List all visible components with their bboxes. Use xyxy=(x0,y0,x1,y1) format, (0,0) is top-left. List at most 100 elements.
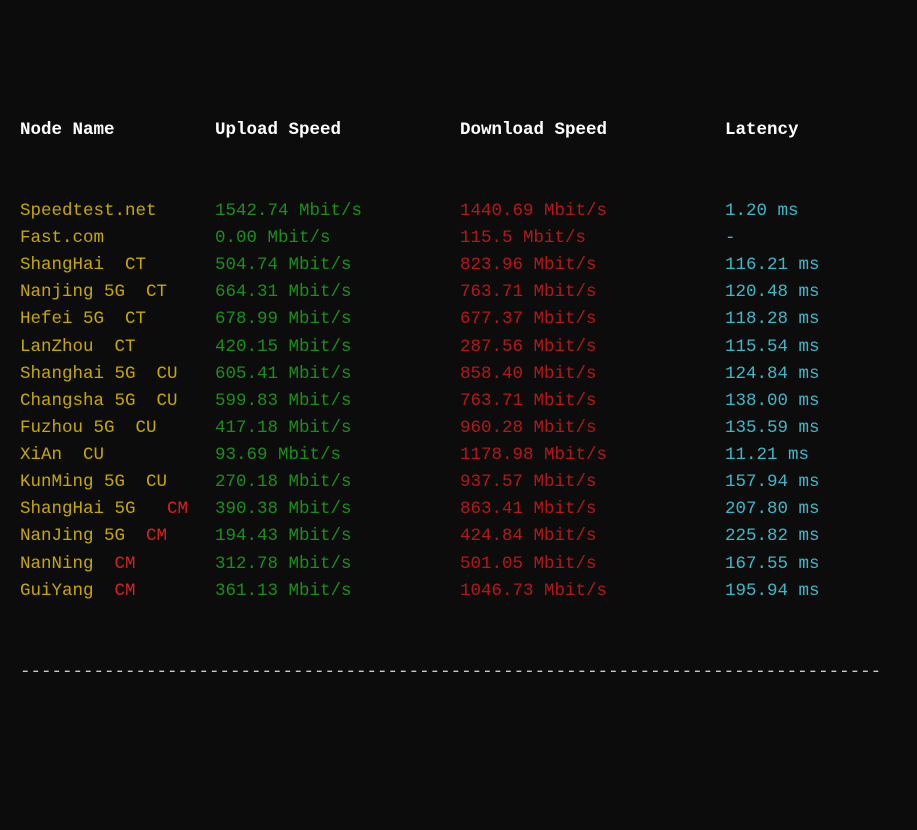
node-name-cell: NanNing CM xyxy=(20,551,215,578)
upload-speed-cell: 664.31 Mbit/s xyxy=(215,279,460,306)
node-name-cell: NanJing 5G CM xyxy=(20,523,215,550)
upload-speed-cell: 599.83 Mbit/s xyxy=(215,388,460,415)
table-row: Fuzhou 5G CU417.18 Mbit/s960.28 Mbit/s13… xyxy=(20,415,897,442)
header-latency: Latency xyxy=(725,117,799,144)
table-row: XiAn CU 93.69 Mbit/s1178.98 Mbit/s11.21 m… xyxy=(20,442,897,469)
carrier-label: CT xyxy=(125,309,146,329)
node-name-cell: KunMing 5G CU xyxy=(20,469,215,496)
node-name: Nanjing 5G xyxy=(20,282,146,302)
upload-speed-cell: 605.41 Mbit/s xyxy=(215,361,460,388)
node-name-cell: Changsha 5G CU xyxy=(20,388,215,415)
node-name-cell: Fast.com xyxy=(20,225,215,252)
download-speed-cell: 1046.73 Mbit/s xyxy=(460,578,725,605)
node-name-cell: Nanjing 5G CT xyxy=(20,279,215,306)
node-name-cell: ShangHai 5G CM xyxy=(20,496,215,523)
node-name: Shanghai 5G xyxy=(20,364,157,384)
node-name: NanNing xyxy=(20,554,115,574)
latency-cell: 138.00 ms xyxy=(725,388,820,415)
upload-speed-cell: 93.69 Mbit/s xyxy=(215,442,460,469)
upload-speed-cell: 1542.74 Mbit/s xyxy=(215,198,460,225)
download-speed-cell: 1440.69 Mbit/s xyxy=(460,198,725,225)
table-row: Speedtest.net 1542.74 Mbit/s1440.69 Mbit/… xyxy=(20,198,897,225)
download-speed-cell: 677.37 Mbit/s xyxy=(460,306,725,333)
download-speed-cell: 863.41 Mbit/s xyxy=(460,496,725,523)
node-name: KunMing 5G xyxy=(20,472,146,492)
node-name: NanJing 5G xyxy=(20,526,146,546)
latency-cell: - xyxy=(725,225,736,252)
node-name-cell: ShangHai CT xyxy=(20,252,215,279)
node-name-cell: Fuzhou 5G CU xyxy=(20,415,215,442)
latency-cell: 1.20 ms xyxy=(725,198,799,225)
latency-cell: 135.59 ms xyxy=(725,415,820,442)
upload-speed-cell: 361.13 Mbit/s xyxy=(215,578,460,605)
carrier-label: CU xyxy=(136,418,157,438)
download-speed-cell: 937.57 Mbit/s xyxy=(460,469,725,496)
carrier-label: CM xyxy=(167,499,188,519)
latency-cell: 157.94 ms xyxy=(725,469,820,496)
table-row: Hefei 5G CT678.99 Mbit/s677.37 Mbit/s118… xyxy=(20,306,897,333)
upload-speed-cell: 0.00 Mbit/s xyxy=(215,225,460,252)
carrier-label: CU xyxy=(157,364,178,384)
node-name: Changsha 5G xyxy=(20,391,157,411)
download-speed-cell: 501.05 Mbit/s xyxy=(460,551,725,578)
latency-cell: 167.55 ms xyxy=(725,551,820,578)
latency-cell: 116.21 ms xyxy=(725,252,820,279)
divider-line: ----------------------------------------… xyxy=(20,659,897,686)
node-name-cell: LanZhou CT xyxy=(20,334,215,361)
table-row: Changsha 5G CU599.83 Mbit/s763.71 Mbit/s… xyxy=(20,388,897,415)
latency-cell: 118.28 ms xyxy=(725,306,820,333)
carrier-label: CM xyxy=(115,581,136,601)
node-name: Speedtest.net xyxy=(20,201,157,221)
download-speed-cell: 763.71 Mbit/s xyxy=(460,279,725,306)
carrier-label: CM xyxy=(115,554,136,574)
upload-speed-cell: 312.78 Mbit/s xyxy=(215,551,460,578)
carrier-label: CM xyxy=(146,526,167,546)
table-row: KunMing 5G CU270.18 Mbit/s937.57 Mbit/s1… xyxy=(20,469,897,496)
upload-speed-cell: 420.15 Mbit/s xyxy=(215,334,460,361)
node-name: LanZhou xyxy=(20,337,115,357)
upload-speed-cell: 504.74 Mbit/s xyxy=(215,252,460,279)
latency-cell: 207.80 ms xyxy=(725,496,820,523)
header-node: Node Name xyxy=(20,117,215,144)
latency-cell: 124.84 ms xyxy=(725,361,820,388)
carrier-label: CU xyxy=(83,445,104,465)
download-speed-cell: 763.71 Mbit/s xyxy=(460,388,725,415)
download-speed-cell: 823.96 Mbit/s xyxy=(460,252,725,279)
node-name: Fuzhou 5G xyxy=(20,418,136,438)
node-name: ShangHai xyxy=(20,255,125,275)
table-row: NanNing CM312.78 Mbit/s501.05 Mbit/s167.… xyxy=(20,551,897,578)
table-row: ShangHai CT504.74 Mbit/s823.96 Mbit/s116… xyxy=(20,252,897,279)
node-name: Fast.com xyxy=(20,228,104,248)
latency-cell: 120.48 ms xyxy=(725,279,820,306)
latency-cell: 115.54 ms xyxy=(725,334,820,361)
node-name-cell: Hefei 5G CT xyxy=(20,306,215,333)
latency-cell: 195.94 ms xyxy=(725,578,820,605)
upload-speed-cell: 270.18 Mbit/s xyxy=(215,469,460,496)
latency-cell: 225.82 ms xyxy=(725,523,820,550)
carrier-label: CU xyxy=(157,391,178,411)
node-name-cell: Speedtest.net xyxy=(20,198,215,225)
table-row: ShangHai 5G CM390.38 Mbit/s863.41 Mbit/s… xyxy=(20,496,897,523)
table-row: LanZhou CT420.15 Mbit/s287.56 Mbit/s115.… xyxy=(20,334,897,361)
upload-speed-cell: 390.38 Mbit/s xyxy=(215,496,460,523)
latency-cell: 11.21 ms xyxy=(725,442,809,469)
upload-speed-cell: 678.99 Mbit/s xyxy=(215,306,460,333)
carrier-label: CT xyxy=(125,255,146,275)
node-name-cell: GuiYang CM xyxy=(20,578,215,605)
download-speed-cell: 858.40 Mbit/s xyxy=(460,361,725,388)
table-row: Fast.com0.00 Mbit/s115.5 Mbit/s- xyxy=(20,225,897,252)
node-name: XiAn xyxy=(20,445,83,465)
carrier-label: CU xyxy=(146,472,167,492)
download-speed-cell: 1178.98 Mbit/s xyxy=(460,442,725,469)
carrier-label: CT xyxy=(146,282,167,302)
node-name: Hefei 5G xyxy=(20,309,125,329)
results-table: Speedtest.net 1542.74 Mbit/s1440.69 Mbit/… xyxy=(20,198,897,605)
table-row: NanJing 5G CM194.43 Mbit/s424.84 Mbit/s2… xyxy=(20,523,897,550)
header-download: Download Speed xyxy=(460,117,725,144)
download-speed-cell: 424.84 Mbit/s xyxy=(460,523,725,550)
header-upload: Upload Speed xyxy=(215,117,460,144)
node-name-cell: Shanghai 5G CU xyxy=(20,361,215,388)
upload-speed-cell: 194.43 Mbit/s xyxy=(215,523,460,550)
upload-speed-cell: 417.18 Mbit/s xyxy=(215,415,460,442)
header-row: Node Name Upload Speed Download Speed La… xyxy=(20,117,897,144)
